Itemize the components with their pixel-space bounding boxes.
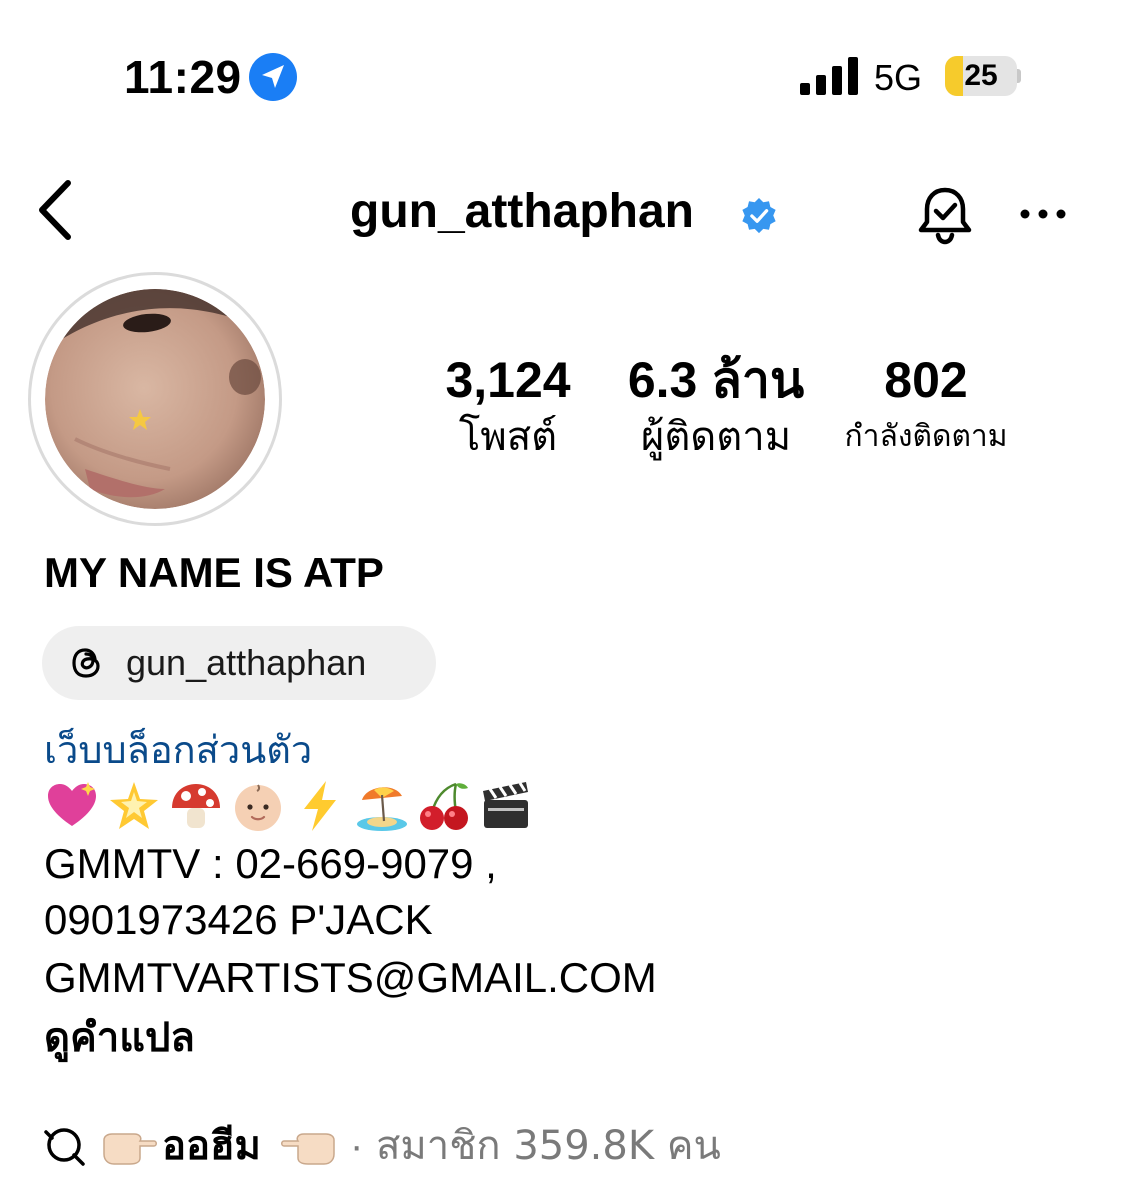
beach-umbrella-icon <box>357 787 407 831</box>
battery-cap <box>1017 69 1021 83</box>
stat-posts[interactable]: 3,124 โพสต์ <box>438 350 578 464</box>
threads-icon <box>72 648 100 678</box>
broadcast-chat-icon <box>44 1128 85 1166</box>
profile-category: เว็บบล็อกส่วนตัว <box>44 728 313 772</box>
clapper-board-icon <box>483 782 528 828</box>
posts-count: 3,124 <box>445 352 571 408</box>
avatar[interactable] <box>45 289 265 509</box>
see-translation-link[interactable]: ดูคำแปล <box>44 1012 195 1064</box>
battery-indicator: 25 <box>945 56 1021 96</box>
status-bar: 11:29 5G 25 <box>0 0 1126 150</box>
bio-emoji-row <box>44 778 534 834</box>
channel-separator: · <box>350 1124 364 1168</box>
status-time: 11:29 <box>124 51 242 103</box>
baby-face-icon <box>235 784 281 831</box>
stat-following[interactable]: 802 กำลังติดตาม <box>828 350 1024 464</box>
bell-check-icon[interactable] <box>912 182 978 248</box>
location-arrow-icon <box>249 53 297 101</box>
verified-badge-icon <box>742 197 776 234</box>
signal-bars-icon <box>800 57 858 95</box>
more-horizontal-icon[interactable] <box>1018 196 1068 232</box>
glowing-star-icon <box>110 782 158 829</box>
pointing-right-hand-icon <box>103 1133 157 1165</box>
mushroom-icon <box>172 784 220 828</box>
followers-label: ผู้ติดตาม <box>640 414 792 460</box>
sparkling-heart-icon <box>48 782 96 826</box>
bio-line-email: GMMTVARTISTS@GMAIL.COM <box>44 954 657 1001</box>
cherries-icon <box>420 782 468 830</box>
network-type: 5G <box>874 57 923 98</box>
bio-line-contact: GMMTV : 02-669-9079 , <box>44 840 497 887</box>
battery-level: 25 <box>964 59 998 92</box>
profile-username: gun_atthaphan <box>350 185 694 238</box>
followers-count: 6.3 ล้าน <box>627 352 805 408</box>
posts-label: โพสต์ <box>458 414 558 460</box>
following-count: 802 <box>884 352 968 408</box>
channel-member-count: สมาชิก 359.8K คน <box>376 1123 721 1169</box>
stat-followers[interactable]: 6.3 ล้าน ผู้ติดตาม <box>616 350 816 464</box>
threads-handle: gun_atthaphan <box>126 642 367 683</box>
channel-name: ออฮีม <box>162 1123 261 1169</box>
bio-line-phone: 0901973426 P'JACK <box>44 896 433 943</box>
pointing-left-hand-icon <box>281 1133 335 1165</box>
threads-link-button[interactable]: gun_atthaphan <box>42 626 436 700</box>
following-label: กำลังติดตาม <box>844 419 1008 454</box>
chevron-left-icon[interactable] <box>30 175 80 245</box>
broadcast-channel-row[interactable]: ออฮีม · สมาชิก 359.8K คน <box>44 1118 1104 1174</box>
profile-full-name: MY NAME IS ATP <box>44 549 384 596</box>
high-voltage-icon <box>304 781 336 831</box>
